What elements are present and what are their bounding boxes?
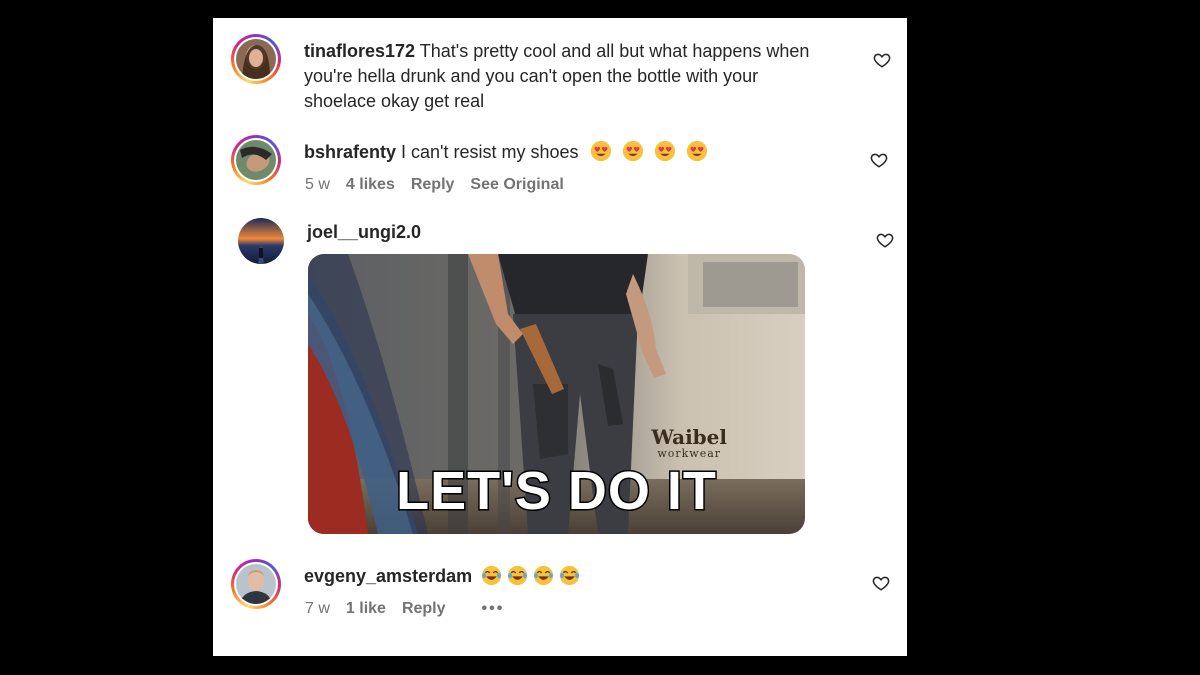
heart-eyes-emoji-icon: [686, 140, 707, 162]
comment-tinaflores172: tinaflores172 That's pretty cool and all…: [213, 18, 907, 131]
tears-of-joy-emoji-icon: [507, 565, 528, 586]
avatar[interactable]: [231, 135, 281, 185]
comment-meta: 5 w 4 likes Reply See Original: [305, 176, 564, 194]
likes-count[interactable]: 4 likes: [346, 176, 395, 194]
avatar[interactable]: [231, 34, 281, 84]
username[interactable]: tinaflores172: [304, 41, 415, 61]
comment-evgeny-amsterdam: evgeny_amsterdam 7 w 1 like Reply •••: [213, 538, 907, 656]
emoji-group: [590, 140, 718, 162]
gif-caption: LET'S DO IT: [395, 460, 718, 523]
tears-of-joy-emoji-icon: [533, 565, 554, 586]
comment-meta: 7 w 1 like Reply •••: [305, 600, 504, 618]
emoji-group: [481, 565, 585, 586]
gif-brand-logo: Waibel workwear: [651, 426, 727, 460]
username[interactable]: evgeny_amsterdam: [304, 566, 472, 586]
comment-text: bshrafenty I can't resist my shoes: [304, 140, 718, 165]
gif-brand-sub: workwear: [657, 447, 722, 460]
heart-outline-icon[interactable]: [876, 231, 894, 249]
comment-text: evgeny_amsterdam: [304, 564, 585, 589]
comment-body: I can't resist my shoes: [396, 142, 579, 162]
gif-brand: Waibel: [651, 425, 727, 449]
reply-button[interactable]: Reply: [411, 176, 455, 194]
heart-eyes-emoji-icon: [590, 140, 611, 162]
reply-button[interactable]: Reply: [402, 600, 446, 618]
comment-line: That's pretty cool and all but what happ…: [415, 41, 810, 61]
heart-outline-icon[interactable]: [873, 51, 891, 69]
heart-outline-icon[interactable]: [872, 574, 890, 592]
see-original-button[interactable]: See Original: [470, 176, 563, 194]
comment-text: joel__ungi2.0: [307, 220, 421, 245]
comment-time: 5 w: [305, 176, 330, 193]
avatar[interactable]: [238, 218, 284, 264]
likes-count[interactable]: 1 like: [346, 600, 386, 618]
tears-of-joy-emoji-icon: [481, 565, 502, 586]
comment-line: you're hella drunk and you can't open th…: [304, 66, 759, 86]
username[interactable]: joel__ungi2.0: [307, 222, 421, 242]
comment-text: tinaflores172 That's pretty cool and all…: [304, 39, 864, 114]
gif-image[interactable]: Waibel workwear LET'S DO IT: [308, 254, 805, 534]
avatar[interactable]: [231, 559, 281, 609]
heart-outline-icon[interactable]: [870, 151, 888, 169]
comment-bshrafenty: bshrafenty I can't resist my shoes 5 w 4…: [213, 130, 907, 202]
tears-of-joy-emoji-icon: [559, 565, 580, 586]
comment-joel-ungi: joel__ungi2.0 Waibel workwear LET'S DO I…: [213, 202, 907, 538]
comment-line: shoelace okay get real: [304, 91, 485, 111]
heart-eyes-emoji-icon: [622, 140, 643, 162]
more-options-button[interactable]: •••: [482, 600, 505, 618]
username[interactable]: bshrafenty: [304, 142, 396, 162]
comment-time: 7 w: [305, 600, 330, 617]
heart-eyes-emoji-icon: [654, 140, 675, 162]
